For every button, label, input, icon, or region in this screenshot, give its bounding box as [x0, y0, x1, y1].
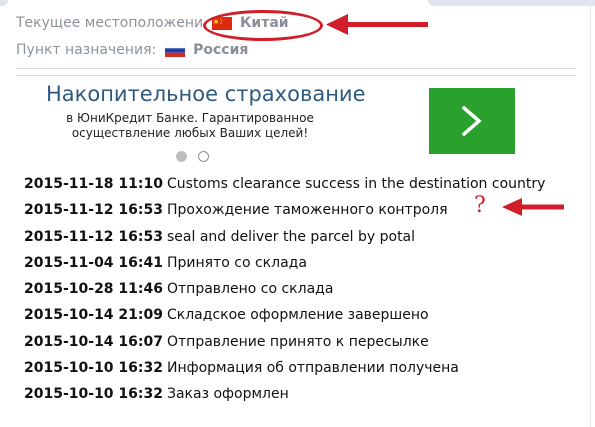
event-timestamp: 2015-10-10 16:32 — [24, 360, 163, 377]
tracking-event: 2015-10-28 11:46 Отправлено со склада — [24, 280, 545, 306]
tracking-event: 2015-11-12 16:53 seal and deliver the par… — [24, 228, 545, 254]
event-status: Информация об отправлении получена — [167, 360, 459, 377]
event-status: Отправлено со склада — [167, 281, 334, 298]
event-timestamp: 2015-10-14 16:07 — [24, 333, 163, 350]
event-timestamp: 2015-11-18 11:10 — [24, 176, 163, 192]
current-location-label: Текущее местоположени — [16, 15, 204, 31]
tab-edge-left — [0, 0, 8, 6]
ad-banner[interactable]: Накопительное страхование в ЮниКредит Ба… — [0, 82, 590, 162]
slide-dot-active[interactable] — [176, 151, 187, 162]
slide-dot[interactable] — [198, 151, 209, 162]
event-timestamp: 2015-10-28 11:46 — [24, 281, 163, 298]
tab-edge-right — [428, 0, 595, 6]
destination-value: Россия — [193, 42, 249, 58]
event-timestamp: 2015-10-10 16:32 — [24, 386, 163, 403]
tracking-event: 2015-11-18 11:10 Customs clearance succes… — [24, 175, 545, 201]
event-status: seal and deliver the parcel by potal — [167, 228, 416, 245]
ad-description: в ЮниКредит Банке. Гарантированное осуще… — [66, 111, 314, 140]
russia-flag-icon — [164, 43, 185, 57]
event-timestamp: 2015-11-12 16:53 — [24, 228, 163, 245]
tracking-event: 2015-10-14 16:07 Отправление принято к пе… — [24, 333, 545, 359]
event-status: Прохождение таможенного контроля — [167, 202, 448, 219]
red-arrow-icon — [326, 14, 428, 35]
destination-row: Пункт назначения: Россия — [16, 42, 248, 58]
event-status: Customs clearance success in the destina… — [167, 176, 546, 192]
slide-indicator — [176, 147, 220, 166]
tracking-event: 2015-10-10 16:32 Заказ оформлен — [24, 385, 545, 411]
tracking-event: 2015-11-12 16:53 Прохождение таможенного … — [24, 201, 545, 227]
chevron-right-icon — [461, 106, 482, 136]
destination-label: Пункт назначения: — [16, 42, 157, 58]
tracking-events-list: 2015-11-18 11:10 Customs clearance succes… — [24, 175, 545, 412]
tracking-event: 2015-10-14 21:09 Складское оформление зав… — [24, 306, 545, 332]
event-status: Отправление принято к пересылке — [167, 333, 429, 350]
event-timestamp: 2015-10-14 21:09 — [24, 307, 163, 324]
ad-title[interactable]: Накопительное страхование — [46, 82, 366, 106]
event-status: Заказ оформлен — [167, 386, 289, 403]
event-timestamp: 2015-11-12 16:53 — [24, 202, 163, 219]
event-timestamp: 2015-11-04 16:41 — [24, 254, 163, 271]
event-status: Складское оформление завершено — [167, 307, 429, 324]
divider — [16, 68, 576, 69]
highlight-ellipse — [203, 10, 323, 41]
divider — [16, 75, 576, 76]
top-strip — [0, 0, 595, 10]
event-status: Принято со склада — [167, 254, 307, 271]
panel-border — [590, 0, 591, 427]
tracking-event: 2015-10-10 16:32 Информация об отправлени… — [24, 359, 545, 385]
tracking-event: 2015-11-04 16:41 Принято со склада — [24, 254, 545, 280]
ad-next-button[interactable] — [429, 88, 515, 154]
